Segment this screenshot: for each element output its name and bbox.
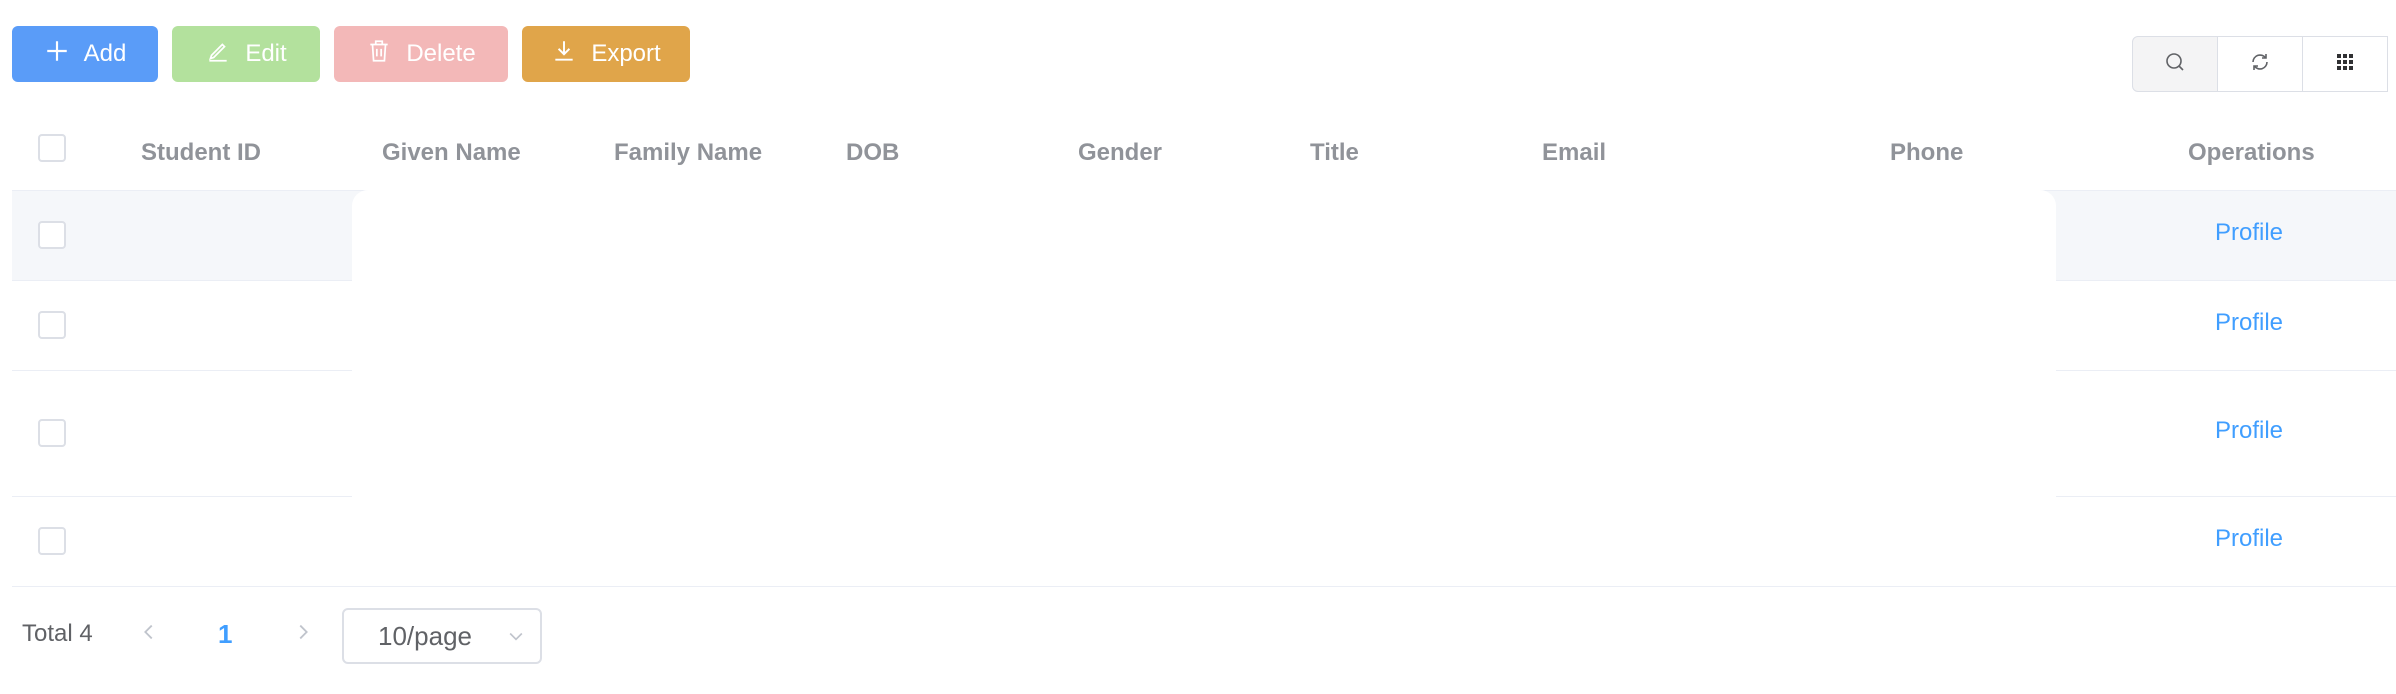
profile-link[interactable]: Profile: [2215, 417, 2283, 445]
page-number[interactable]: 1: [218, 606, 232, 662]
prev-page-button[interactable]: [134, 606, 164, 662]
profile-link[interactable]: Profile: [2215, 219, 2283, 247]
col-phone[interactable]: Phone: [1890, 116, 1963, 190]
col-gender[interactable]: Gender: [1078, 116, 1162, 190]
search-toggle-button[interactable]: [2132, 36, 2218, 92]
row-checkbox[interactable]: [38, 221, 66, 249]
row-checkbox[interactable]: [38, 527, 66, 555]
plus-icon: [44, 38, 70, 71]
edit-button-label: Edit: [245, 40, 287, 67]
total-count: Total 4: [22, 620, 93, 647]
trash-icon: [366, 38, 392, 71]
row-checkbox[interactable]: [38, 311, 66, 339]
blank-overlay: [352, 190, 2056, 586]
refresh-icon: [2248, 50, 2272, 79]
pagination: Total 4: [22, 606, 93, 662]
next-page-button[interactable]: [288, 606, 318, 662]
columns-grid-icon: [2333, 50, 2357, 79]
chevron-right-icon: [292, 621, 314, 648]
export-button-label: Export: [591, 40, 661, 67]
add-button[interactable]: Add: [12, 26, 158, 82]
col-operations: Operations: [2188, 139, 2315, 166]
profile-link[interactable]: Profile: [2215, 525, 2283, 553]
col-dob[interactable]: DOB: [846, 116, 899, 190]
col-student-id[interactable]: Student ID: [141, 116, 261, 190]
add-button-label: Add: [83, 40, 127, 67]
export-button[interactable]: Export: [522, 26, 690, 82]
download-icon: [551, 38, 577, 71]
edit-icon: [205, 38, 231, 71]
edit-button[interactable]: Edit: [172, 26, 320, 82]
col-family-name[interactable]: Family Name: [614, 116, 762, 190]
profile-link[interactable]: Profile: [2215, 309, 2283, 337]
select-all-checkbox[interactable]: [38, 134, 66, 162]
refresh-button[interactable]: [2217, 36, 2303, 92]
columns-button[interactable]: [2302, 36, 2388, 92]
col-title[interactable]: Title: [1310, 116, 1359, 190]
search-icon: [2163, 50, 2187, 79]
col-email[interactable]: Email: [1542, 116, 1606, 190]
table-tools: [2132, 36, 2388, 92]
chevron-left-icon: [138, 621, 160, 648]
delete-button[interactable]: Delete: [334, 26, 508, 82]
delete-button-label: Delete: [406, 40, 476, 67]
page-size-value: 10/page: [378, 620, 472, 651]
row-checkbox[interactable]: [38, 419, 66, 447]
col-given-name[interactable]: Given Name: [382, 116, 521, 190]
table-header: Student ID Given Name Family Name DOB Ge…: [12, 116, 2396, 191]
page-size-select[interactable]: 10/page: [342, 608, 542, 664]
